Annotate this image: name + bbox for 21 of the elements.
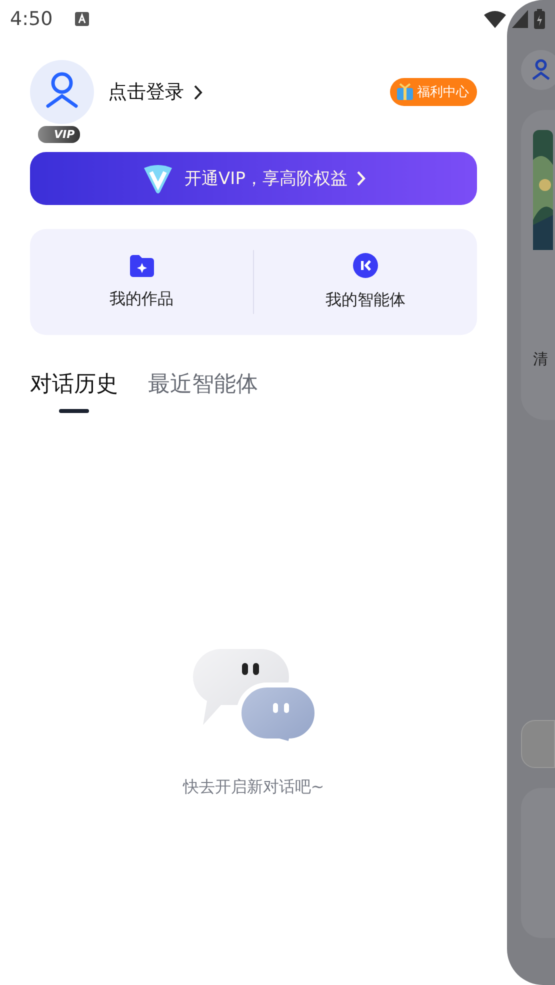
status-time: 4:50 <box>10 8 53 30</box>
wifi-icon <box>484 10 506 28</box>
user-icon <box>532 59 550 81</box>
battery-icon <box>534 9 545 29</box>
chevron-right-icon <box>357 171 366 186</box>
backdrop-text: 清 <box>533 350 549 369</box>
tab[interactable]: 最近智能体 <box>148 369 258 409</box>
shortcut-item[interactable]: 我的智能体 <box>254 252 477 312</box>
agent-icon <box>353 253 378 278</box>
gift-icon <box>396 83 414 101</box>
empty-message: 快去开启新对话吧~ <box>182 777 324 798</box>
vip-tag: VIP <box>38 126 80 143</box>
backdrop-button <box>521 720 555 768</box>
folder-icon <box>130 254 154 276</box>
shortcut-item[interactable]: 我的作品 <box>30 254 253 310</box>
signal-icon <box>512 10 528 28</box>
chevron-right-icon <box>194 84 203 100</box>
vip-banner[interactable]: 开通VIP，享高阶权益 <box>30 152 477 205</box>
login-link[interactable]: 点击登录 <box>108 79 203 105</box>
dimmed-backdrop[interactable]: 清 <box>507 0 555 985</box>
keyboard-icon <box>74 12 89 26</box>
